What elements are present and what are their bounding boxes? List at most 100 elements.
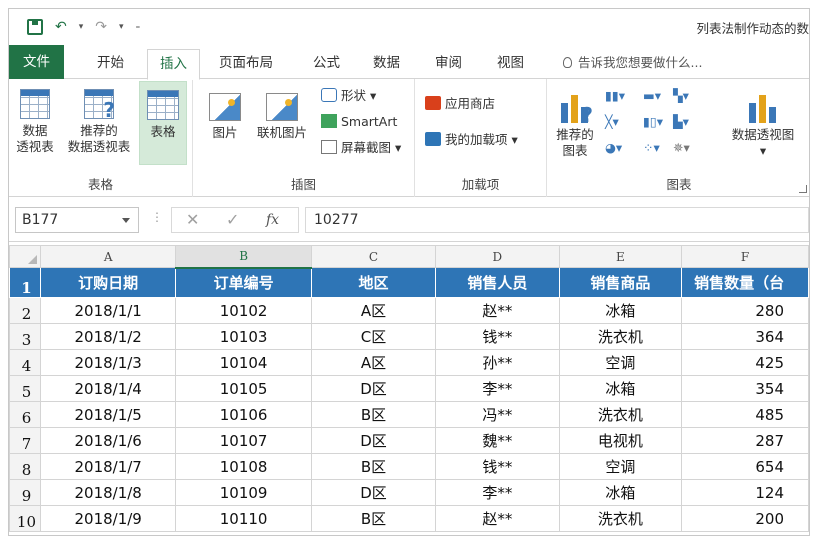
- cell[interactable]: 124: [681, 479, 809, 506]
- formula-input[interactable]: 10277: [305, 207, 809, 233]
- chevron-down-icon[interactable]: [122, 218, 130, 223]
- online-pictures-button[interactable]: 联机图片: [249, 85, 315, 141]
- cell[interactable]: D区: [310, 479, 437, 506]
- recommended-pivot-button[interactable]: ? 推荐的 数据透视表: [61, 85, 137, 155]
- cell[interactable]: B区: [310, 453, 437, 480]
- cell[interactable]: 冰箱: [558, 375, 683, 402]
- cell[interactable]: 10107: [175, 427, 312, 454]
- store-button[interactable]: 应用商店: [425, 93, 495, 115]
- cell[interactable]: 洗衣机: [558, 401, 683, 428]
- my-addins-button[interactable]: 我的加载项 ▾: [425, 129, 518, 151]
- cell[interactable]: 电视机: [558, 427, 683, 454]
- cell[interactable]: 洗衣机: [558, 323, 683, 350]
- undo-dropdown-icon[interactable]: ▾: [79, 18, 84, 36]
- cell[interactable]: D区: [310, 427, 437, 454]
- shapes-button[interactable]: 形状 ▾: [321, 85, 376, 107]
- header-cell[interactable]: 订购日期: [39, 267, 177, 298]
- column-header-f[interactable]: F: [681, 245, 809, 268]
- row-header[interactable]: 5: [9, 375, 41, 402]
- cell[interactable]: 425: [681, 349, 809, 376]
- cell[interactable]: 空调: [558, 349, 683, 376]
- cell[interactable]: 钱**: [435, 453, 560, 480]
- cell[interactable]: 2018/1/8: [39, 479, 177, 506]
- row-header[interactable]: 10: [9, 505, 41, 532]
- cell[interactable]: 287: [681, 427, 809, 454]
- hierarchy-chart-button[interactable]: ▚▾: [673, 85, 689, 107]
- column-header-c[interactable]: C: [310, 245, 437, 268]
- row-header[interactable]: 3: [9, 323, 41, 350]
- customize-qat-icon[interactable]: ₌: [136, 18, 141, 36]
- pivot-table-button[interactable]: 数据 透视表: [13, 85, 57, 155]
- tab-file[interactable]: 文件: [9, 45, 64, 79]
- column-header-e[interactable]: E: [558, 245, 683, 268]
- cell[interactable]: 10103: [175, 323, 312, 350]
- cell[interactable]: 赵**: [435, 297, 560, 324]
- cell[interactable]: 钱**: [435, 323, 560, 350]
- column-chart-button[interactable]: ▮▮▾: [605, 85, 625, 107]
- insert-function-icon[interactable]: fx: [266, 208, 279, 232]
- line-chart-button[interactable]: ╳▾: [605, 111, 619, 133]
- cell[interactable]: 10110: [175, 505, 312, 532]
- cell[interactable]: 10105: [175, 375, 312, 402]
- cell[interactable]: 冰箱: [558, 479, 683, 506]
- cell[interactable]: B区: [310, 401, 437, 428]
- worksheet-grid[interactable]: A B C D E F 1 订购日期 订单编号 地区 销售人员 销售商品 销售数…: [9, 245, 809, 532]
- header-cell[interactable]: 销售商品: [558, 267, 683, 298]
- cell[interactable]: 10102: [175, 297, 312, 324]
- cell[interactable]: 冰箱: [558, 297, 683, 324]
- waterfall-chart-button[interactable]: ▙▾: [673, 111, 689, 133]
- cell[interactable]: 10109: [175, 479, 312, 506]
- pictures-button[interactable]: 图片: [205, 85, 245, 141]
- redo-dropdown-icon[interactable]: ▾: [119, 18, 124, 36]
- cell[interactable]: 冯**: [435, 401, 560, 428]
- cell[interactable]: 10106: [175, 401, 312, 428]
- tab-page-layout[interactable]: 页面布局: [207, 49, 285, 79]
- cell[interactable]: 孙**: [435, 349, 560, 376]
- cell[interactable]: A区: [310, 349, 437, 376]
- row-header[interactable]: 1: [9, 267, 41, 298]
- row-header[interactable]: 2: [9, 297, 41, 324]
- cell[interactable]: B区: [310, 505, 437, 532]
- tab-review[interactable]: 审阅: [423, 49, 474, 79]
- cell[interactable]: 2018/1/4: [39, 375, 177, 402]
- row-header[interactable]: 9: [9, 479, 41, 506]
- table-button[interactable]: 表格: [139, 81, 187, 165]
- cell[interactable]: 赵**: [435, 505, 560, 532]
- scatter-chart-button[interactable]: ⁘▾: [643, 137, 660, 159]
- cell[interactable]: 10104: [175, 349, 312, 376]
- cancel-icon[interactable]: ✕: [186, 208, 199, 232]
- select-all-corner[interactable]: [9, 245, 41, 268]
- tab-insert[interactable]: 插入: [147, 49, 200, 80]
- cell[interactable]: 280: [681, 297, 809, 324]
- cell[interactable]: 354: [681, 375, 809, 402]
- tab-formulas[interactable]: 公式: [301, 49, 352, 79]
- screenshot-button[interactable]: 屏幕截图 ▾: [321, 137, 401, 159]
- row-header[interactable]: 7: [9, 427, 41, 454]
- undo-icon[interactable]: ↶: [55, 18, 67, 36]
- cell[interactable]: 2018/1/2: [39, 323, 177, 350]
- cell[interactable]: C区: [310, 323, 437, 350]
- header-cell[interactable]: 销售人员: [435, 267, 560, 298]
- cell[interactable]: D区: [310, 375, 437, 402]
- pivot-chart-button[interactable]: 数据透视图 ▾: [725, 85, 801, 159]
- cell[interactable]: 364: [681, 323, 809, 350]
- redo-icon[interactable]: ↷: [95, 18, 107, 36]
- save-icon[interactable]: [27, 19, 43, 35]
- row-header[interactable]: 4: [9, 349, 41, 376]
- radar-chart-button[interactable]: ✵▾: [673, 137, 690, 159]
- cell[interactable]: 200: [681, 505, 809, 532]
- row-header[interactable]: 6: [9, 401, 41, 428]
- formula-bar-grip[interactable]: ⋮: [151, 210, 163, 224]
- cell[interactable]: 李**: [435, 479, 560, 506]
- column-header-b[interactable]: B: [175, 245, 312, 269]
- smartart-button[interactable]: SmartArt: [321, 111, 397, 133]
- header-cell[interactable]: 销售数量（台: [681, 267, 809, 298]
- cell[interactable]: 魏**: [435, 427, 560, 454]
- cell[interactable]: A区: [310, 297, 437, 324]
- column-header-d[interactable]: D: [435, 245, 560, 268]
- header-cell[interactable]: 地区: [310, 267, 437, 298]
- tell-me-box[interactable]: 告诉我您想要做什么...: [551, 49, 714, 79]
- cell[interactable]: 10108: [175, 453, 312, 480]
- column-header-a[interactable]: A: [39, 245, 177, 268]
- cell[interactable]: 654: [681, 453, 809, 480]
